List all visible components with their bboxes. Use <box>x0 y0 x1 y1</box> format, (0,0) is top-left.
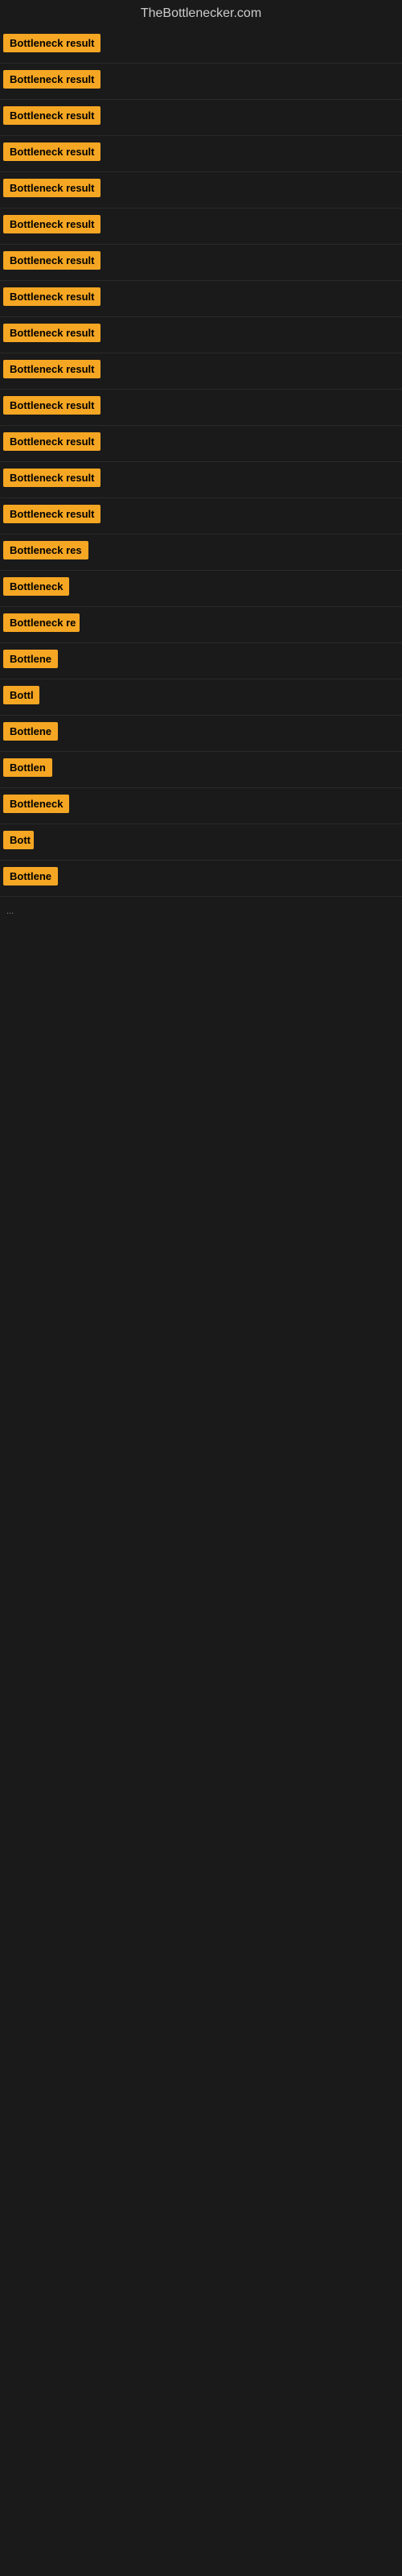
bottleneck-badge[interactable]: Bottleneck re <box>3 613 80 632</box>
list-item: Bottleneck result <box>0 100 402 136</box>
bottom-section <box>0 924 402 1407</box>
list-item: Bottleneck <box>0 571 402 607</box>
bottleneck-badge[interactable]: Bottleneck result <box>3 142 100 161</box>
list-item: Bott <box>0 824 402 861</box>
list-item: Bottleneck result <box>0 426 402 462</box>
list-item: Bottleneck result <box>0 390 402 426</box>
bottleneck-badge[interactable]: Bottleneck result <box>3 251 100 270</box>
bottleneck-badge[interactable]: Bottleneck result <box>3 396 100 415</box>
list-item: Bottlene <box>0 643 402 679</box>
bottleneck-badge[interactable]: Bottlene <box>3 867 58 886</box>
list-item: Bottlene <box>0 861 402 897</box>
bottleneck-badge[interactable]: Bottleneck result <box>3 505 100 523</box>
list-item: Bottleneck result <box>0 353 402 390</box>
bottleneck-badge[interactable]: Bottleneck <box>3 795 69 813</box>
ellipsis-text: ... <box>3 900 17 923</box>
bottleneck-badge[interactable]: Bottleneck result <box>3 324 100 342</box>
list-item: Bottleneck result <box>0 317 402 353</box>
bottleneck-badge[interactable]: Bottleneck result <box>3 70 100 89</box>
bottleneck-badge[interactable]: Bott <box>3 831 34 849</box>
list-item: Bottleneck result <box>0 208 402 245</box>
bottleneck-badge[interactable]: Bottleneck result <box>3 215 100 233</box>
list-item: Bottlen <box>0 752 402 788</box>
list-item: Bottleneck result <box>0 498 402 535</box>
list-item: Bottleneck result <box>0 27 402 64</box>
site-title: TheBottlenecker.com <box>0 0 402 27</box>
list-item: Bottleneck <box>0 788 402 824</box>
list-item: Bottlene <box>0 716 402 752</box>
site-header: TheBottlenecker.com <box>0 0 402 27</box>
bottleneck-badge[interactable]: Bottleneck result <box>3 469 100 487</box>
bottleneck-badge[interactable]: Bottleneck result <box>3 34 100 52</box>
bottleneck-badge[interactable]: Bottleneck result <box>3 432 100 451</box>
list-item: Bottleneck re <box>0 607 402 643</box>
bottleneck-badge[interactable]: Bottleneck result <box>3 360 100 378</box>
bottleneck-badge[interactable]: Bottleneck result <box>3 287 100 306</box>
list-item: Bottleneck result <box>0 462 402 498</box>
bottleneck-badge[interactable]: Bottleneck result <box>3 179 100 197</box>
bottleneck-badge[interactable]: Bottl <box>3 686 39 704</box>
bottleneck-badge[interactable]: Bottlene <box>3 650 58 668</box>
ellipsis-section: ... <box>0 897 402 924</box>
list-item: Bottleneck result <box>0 281 402 317</box>
bottleneck-badge[interactable]: Bottleneck result <box>3 106 100 125</box>
bottleneck-badge[interactable]: Bottleneck res <box>3 541 88 559</box>
list-item: Bottleneck result <box>0 136 402 172</box>
list-item: Bottleneck result <box>0 172 402 208</box>
bottleneck-badge[interactable]: Bottleneck <box>3 577 69 596</box>
bottleneck-badge[interactable]: Bottlen <box>3 758 52 777</box>
bottleneck-badge[interactable]: Bottlene <box>3 722 58 741</box>
list-item: Bottleneck result <box>0 64 402 100</box>
list-item: Bottleneck res <box>0 535 402 571</box>
list-item: Bottleneck result <box>0 245 402 281</box>
results-list: Bottleneck result Bottleneck result Bottle… <box>0 27 402 897</box>
list-item: Bottl <box>0 679 402 716</box>
